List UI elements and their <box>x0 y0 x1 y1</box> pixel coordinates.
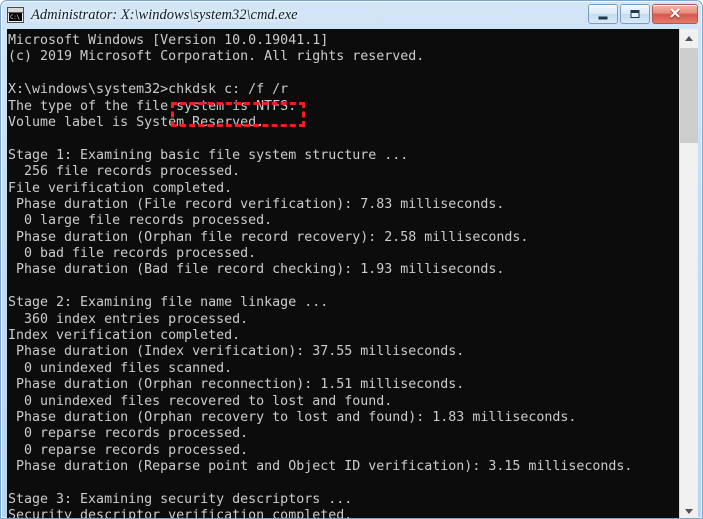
console-line: 256 file records processed. <box>8 164 241 180</box>
console-line: Phase duration (Orphan file record recov… <box>8 229 529 245</box>
window-controls: ✕ <box>588 4 698 24</box>
console-line: Index verification completed. <box>8 328 241 344</box>
console-client-area[interactable]: Microsoft Windows [Version 10.0.19041.1]… <box>7 29 698 519</box>
console-line: 0 bad file records processed. <box>8 246 257 262</box>
console-line: X:\windows\system32>chkdsk c: /f /r <box>8 82 289 98</box>
console-line: Phase duration (Orphan recovery to lost … <box>8 409 577 425</box>
console-line: Stage 2: Examining file name linkage ... <box>8 295 329 311</box>
console-line: 0 reparse records processed. <box>8 426 249 442</box>
console-line: (c) 2019 Microsoft Corporation. All righ… <box>8 49 425 65</box>
console-line: Volume label is System Reserved. <box>8 114 265 130</box>
console-line: Security descriptor verification complet… <box>8 508 353 519</box>
minimize-icon <box>598 16 608 20</box>
window-title: Administrator: X:\windows\system32\cmd.e… <box>31 6 298 23</box>
console-line: 0 unindexed files recovered to lost and … <box>8 393 393 409</box>
minimize-button[interactable] <box>588 4 618 24</box>
console-line: 0 large file records processed. <box>8 213 273 229</box>
chevron-down-icon <box>685 508 693 514</box>
maximize-icon <box>630 10 640 18</box>
maximize-button[interactable] <box>620 4 650 24</box>
console-line: 0 reparse records processed. <box>8 442 249 458</box>
close-icon: ✕ <box>668 5 682 23</box>
close-button[interactable]: ✕ <box>652 4 698 24</box>
console-line: The type of the file system is NTFS. <box>8 98 297 114</box>
chevron-up-icon <box>685 35 693 41</box>
scroll-up-arrow-icon[interactable] <box>680 29 698 47</box>
console-line: 360 index entries processed. <box>8 311 249 327</box>
console-line: Microsoft Windows [Version 10.0.19041.1] <box>8 33 329 48</box>
console-line: 0 unindexed files scanned. <box>8 360 233 376</box>
scrollbar-thumb[interactable] <box>680 48 698 143</box>
console-scrollbar[interactable] <box>679 29 698 518</box>
console-line: Phase duration (Orphan reconnection): 1.… <box>8 377 465 393</box>
icon-screen-glyph: C:\ <box>9 13 22 21</box>
console-line: Stage 1: Examining basic file system str… <box>8 147 409 163</box>
console-line: Phase duration (Reparse point and Object… <box>8 459 633 475</box>
console-line: Stage 3: Examining security descriptors … <box>8 491 353 507</box>
cmd-window: C:\ Administrator: X:\windows\system32\c… <box>0 0 703 519</box>
console-output: Microsoft Windows [Version 10.0.19041.1]… <box>7 33 679 519</box>
scroll-down-arrow-icon[interactable] <box>680 502 698 518</box>
console-line: Phase duration (Bad file record checking… <box>8 262 505 278</box>
console-line: File verification completed. <box>8 180 233 196</box>
console-line: Phase duration (File record verification… <box>8 196 505 212</box>
cmd-console-icon: C:\ <box>7 7 24 23</box>
console-line: Phase duration (Index verification): 37.… <box>8 344 465 360</box>
